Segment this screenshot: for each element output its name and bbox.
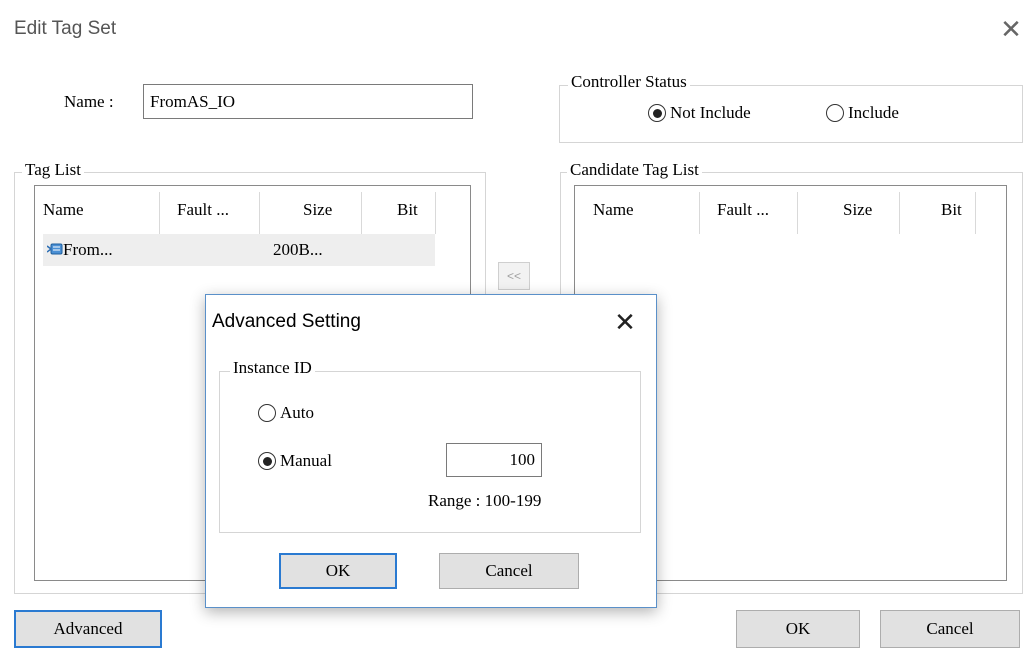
column-separator (361, 192, 362, 234)
tag-row-name: From... (63, 240, 113, 259)
controller-status-legend: Controller Status (568, 72, 690, 92)
ok-button[interactable]: OK (736, 610, 860, 648)
tag-list-legend: Tag List (22, 160, 84, 180)
column-header-size[interactable]: Size (303, 200, 332, 220)
column-separator (797, 192, 798, 234)
column-header-fault[interactable]: Fault ... (717, 200, 769, 220)
radio-unselected-icon (258, 404, 276, 422)
radio-selected-icon (648, 104, 666, 122)
column-header-name[interactable]: Name (43, 200, 84, 220)
cancel-button[interactable]: Cancel (880, 610, 1020, 648)
auto-label: Auto (280, 403, 314, 422)
include-label: Include (848, 103, 899, 122)
close-icon[interactable]: ✕ (610, 307, 640, 337)
column-separator (259, 192, 260, 234)
column-header-size[interactable]: Size (843, 200, 872, 220)
name-input[interactable] (143, 84, 473, 119)
column-separator (899, 192, 900, 234)
column-separator (699, 192, 700, 234)
column-separator (975, 192, 976, 234)
dialog-title: Advanced Setting (212, 311, 361, 332)
move-left-button[interactable]: << (498, 262, 530, 290)
table-row[interactable]: From... 200B... (43, 234, 435, 266)
tag-row-size: 200B... (273, 240, 323, 259)
window-title: Edit Tag Set (14, 18, 117, 39)
name-label: Name : (64, 92, 114, 111)
tag-icon (47, 243, 63, 255)
advanced-button[interactable]: Advanced (14, 610, 162, 648)
column-header-fault[interactable]: Fault ... (177, 200, 229, 220)
auto-radio[interactable]: Auto (258, 403, 314, 423)
instance-id-input[interactable] (446, 443, 542, 477)
dialog-cancel-button[interactable]: Cancel (439, 553, 579, 589)
column-header-name[interactable]: Name (593, 200, 634, 220)
include-radio[interactable]: Include (826, 103, 899, 123)
advanced-setting-dialog: Advanced Setting ✕ Instance ID Auto Manu… (205, 294, 657, 608)
column-header-bit[interactable]: Bit (397, 200, 418, 220)
not-include-radio[interactable]: Not Include (648, 103, 751, 123)
manual-label: Manual (280, 451, 332, 470)
manual-radio[interactable]: Manual (258, 451, 332, 471)
radio-unselected-icon (826, 104, 844, 122)
controller-status-group (559, 85, 1023, 143)
close-icon[interactable]: ✕ (998, 16, 1024, 42)
radio-selected-icon (258, 452, 276, 470)
column-separator (435, 192, 436, 234)
instance-id-legend: Instance ID (230, 358, 315, 378)
candidate-tag-list-legend: Candidate Tag List (567, 160, 702, 180)
dialog-ok-button[interactable]: OK (279, 553, 397, 589)
not-include-label: Not Include (670, 103, 751, 122)
column-header-bit[interactable]: Bit (941, 200, 962, 220)
column-separator (159, 192, 160, 234)
range-label: Range : 100-199 (428, 491, 542, 510)
